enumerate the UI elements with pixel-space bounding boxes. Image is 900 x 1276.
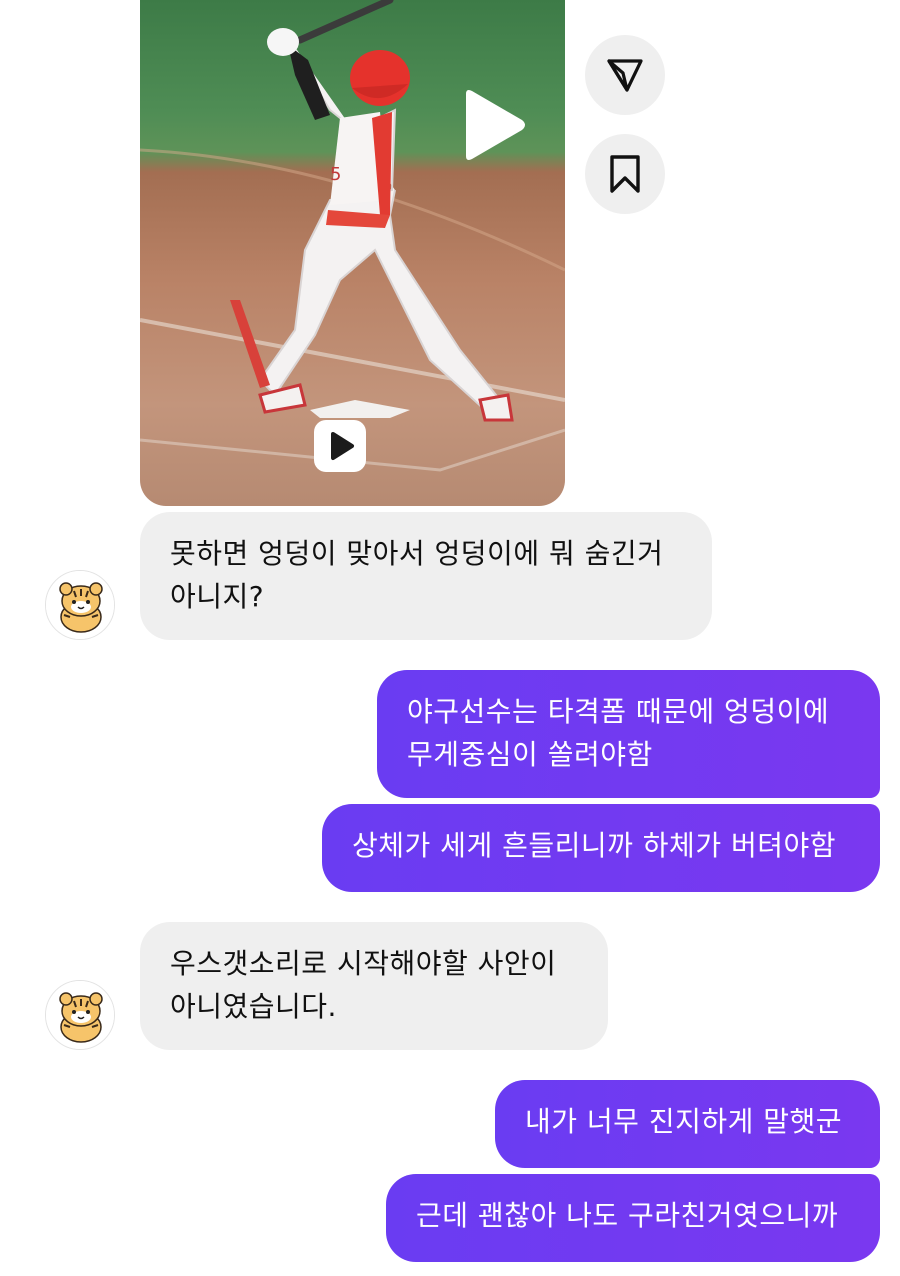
shared-reel-video[interactable]: 5 [140,0,565,506]
incoming-message[interactable]: 못하면 엉덩이 맞아서 엉덩이에 뭐 숨긴거 아니지? [140,512,712,640]
reel-icon [314,420,366,472]
outgoing-message[interactable]: 내가 너무 진지하게 말햇군 [495,1080,880,1168]
tiger-avatar-icon [46,981,114,1049]
save-button[interactable] [585,134,665,214]
avatar[interactable] [45,980,115,1050]
tiger-avatar-icon [46,571,114,639]
avatar[interactable] [45,570,115,640]
share-button[interactable] [585,35,665,115]
outgoing-message[interactable]: 상체가 세게 흔들리니까 하체가 버텨야함 [322,804,880,892]
outgoing-message[interactable]: 근데 괜찮아 나도 구라친거엿으니까 [386,1174,880,1262]
chat-thread: 5 못하면 엉덩이 맞아서 엉덩이에 뭐 숨긴거 아니지? 야구선수는 타격폼 … [0,0,900,1276]
bookmark-icon [610,155,640,193]
incoming-message[interactable]: 우스갯소리로 시작해야할 사안이 아니였습니다. [140,922,608,1050]
svg-text:5: 5 [330,164,341,185]
play-icon[interactable] [458,88,528,162]
outgoing-message[interactable]: 야구선수는 타격폼 때문에 엉덩이에 무게중심이 쏠려야함 [377,670,880,798]
paper-plane-icon [607,59,643,92]
